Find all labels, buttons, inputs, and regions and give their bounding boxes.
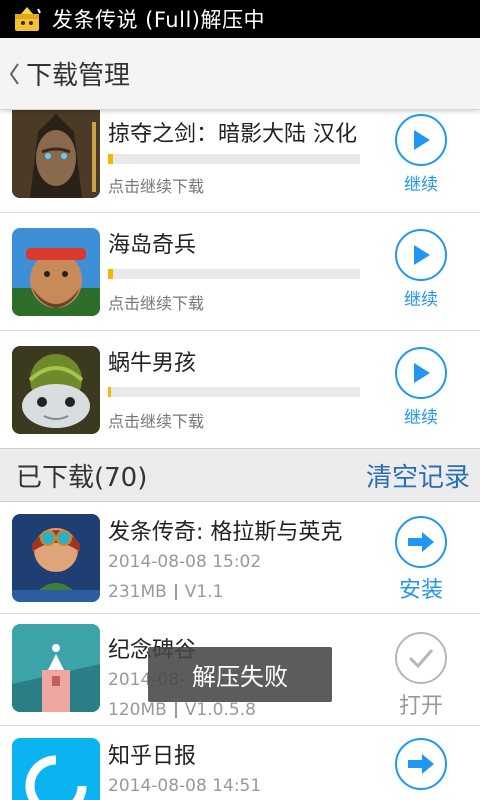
app-meta: 231MB V1.1 xyxy=(108,582,223,602)
app-version: V1.0.5.8 xyxy=(184,700,256,720)
continue-button[interactable]: 继续 xyxy=(388,229,454,310)
app-name: 蜗牛男孩 xyxy=(108,351,197,376)
chevron-left-icon[interactable] xyxy=(6,59,22,89)
download-date: 2014-08-08 15:02 xyxy=(108,552,262,572)
continue-button[interactable]: 继续 xyxy=(388,114,454,195)
status-bar-title: 发条传说 (Full)解压中 xyxy=(52,8,265,32)
download-progress-bar xyxy=(108,269,360,279)
clear-history-button[interactable]: 清空记录 xyxy=(366,457,470,494)
downloaded-section-header: 已下载(70) 清空记录 xyxy=(0,448,480,502)
app-icon-sword-of-plunder xyxy=(12,110,100,198)
app-icon-snail-boy xyxy=(12,346,100,434)
download-progress-bar xyxy=(108,154,360,164)
download-status: 点击继续下载 xyxy=(108,412,205,431)
app-name: 知乎日报 xyxy=(108,744,197,769)
downloaded-count-title: 已下载(70) xyxy=(16,462,148,493)
download-date: 2014-08-08 14:51 xyxy=(108,776,262,796)
install-button[interactable] xyxy=(388,738,454,790)
app-size: 120MB xyxy=(108,700,167,720)
page-header: 下载管理 xyxy=(0,38,480,110)
play-icon xyxy=(395,114,447,166)
check-icon xyxy=(395,632,447,684)
app-version: V1.1 xyxy=(184,582,224,602)
meta-divider xyxy=(174,584,177,600)
arrow-right-icon xyxy=(395,516,447,568)
continue-button[interactable]: 继续 xyxy=(388,347,454,428)
list-item[interactable]: 知乎日报 2014-08-08 14:51 xyxy=(0,726,480,800)
continue-button-label: 继续 xyxy=(404,290,438,310)
list-item[interactable]: 海岛奇兵 点击继续下载 继续 xyxy=(0,213,480,331)
open-button[interactable]: 打开 xyxy=(388,632,454,720)
app-name: 发条传奇: 格拉斯与英克 xyxy=(108,520,343,545)
arrow-right-icon xyxy=(395,738,447,790)
download-progress-bar xyxy=(108,387,360,397)
meta-divider xyxy=(174,702,177,718)
download-status: 点击继续下载 xyxy=(108,177,205,196)
app-icon-clockwork-tales xyxy=(12,514,100,602)
app-name: 海岛奇兵 xyxy=(108,233,197,258)
play-icon xyxy=(395,229,447,281)
app-icon-zhihu-daily xyxy=(12,738,100,800)
package-notification-icon xyxy=(12,5,42,33)
toast-message: 解压失败 xyxy=(148,647,332,702)
install-button[interactable]: 安装 xyxy=(388,516,454,604)
list-item[interactable]: 发条传奇: 格拉斯与英克 2014-08-08 15:02 231MB V1.1… xyxy=(0,502,480,614)
open-button-label: 打开 xyxy=(398,694,443,719)
app-meta: 120MB V1.0.5.8 xyxy=(108,700,256,720)
install-button-label: 安装 xyxy=(398,578,443,603)
status-bar: 发条传说 (Full)解压中 xyxy=(0,0,480,38)
download-progress-fill xyxy=(108,387,111,397)
list-item[interactable]: 蜗牛男孩 点击继续下载 继续 xyxy=(0,331,480,448)
play-icon xyxy=(395,347,447,399)
download-progress-fill xyxy=(108,154,114,164)
app-icon-monument-valley xyxy=(12,624,100,712)
download-progress-fill xyxy=(108,269,114,279)
continue-button-label: 继续 xyxy=(404,408,438,428)
page-title[interactable]: 下载管理 xyxy=(26,55,130,92)
app-size: 231MB xyxy=(108,582,167,602)
app-name: 掠夺之剑：暗影大陆 汉化 xyxy=(108,122,357,147)
list-item[interactable]: 掠夺之剑：暗影大陆 汉化 点击继续下载 继续 xyxy=(0,110,480,213)
download-status: 点击继续下载 xyxy=(108,294,205,313)
app-icon-boom-beach xyxy=(12,228,100,316)
continue-button-label: 继续 xyxy=(404,175,438,195)
